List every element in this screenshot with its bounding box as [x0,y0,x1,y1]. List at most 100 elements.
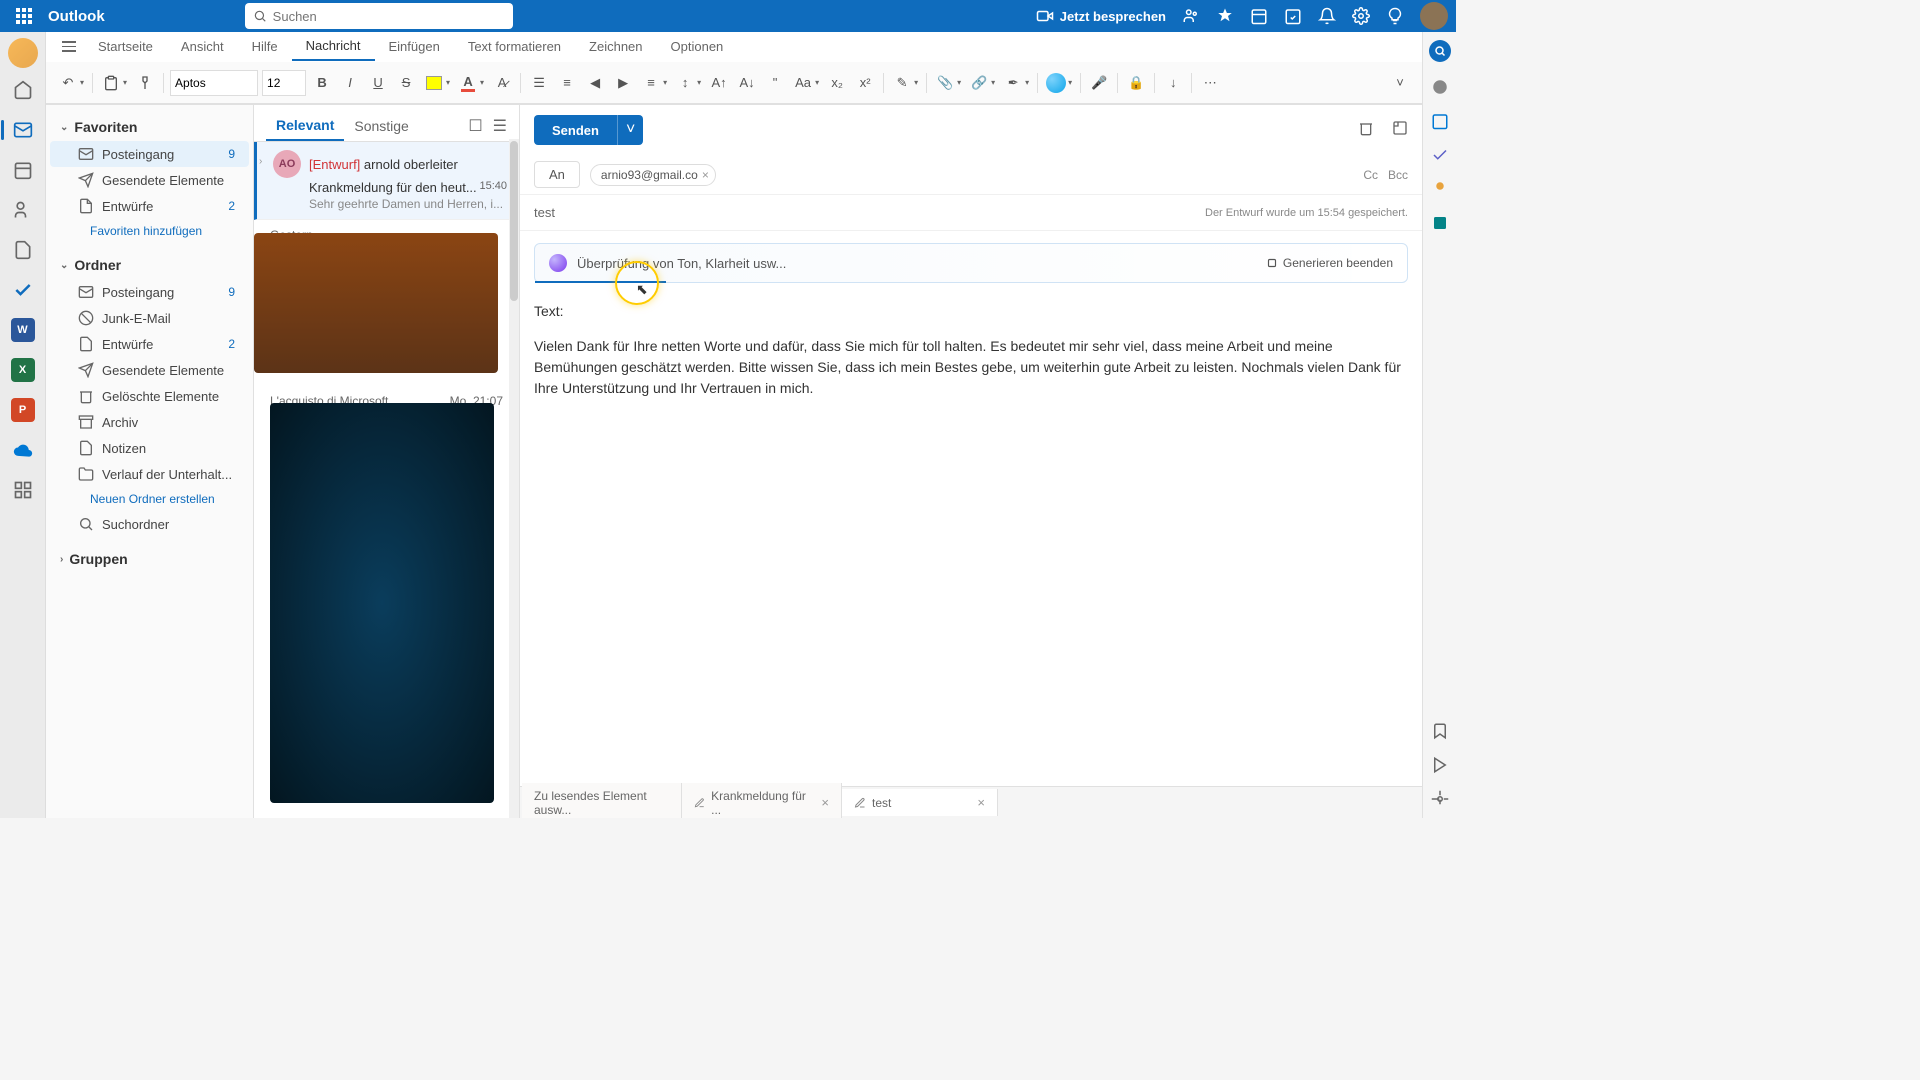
chevron-down-icon[interactable]: ▾ [446,78,450,87]
popout-button[interactable] [1392,120,1408,141]
font-color-button[interactable]: A [454,69,482,97]
onenote-rr-icon[interactable] [1431,214,1449,232]
highlight-button[interactable] [420,69,448,97]
chevron-down-icon[interactable]: ▾ [957,78,961,87]
change-case-button[interactable]: Aa [789,69,817,97]
increase-font-button[interactable]: A↑ [705,69,733,97]
chevron-down-icon[interactable]: ▾ [1025,78,1029,87]
todo-rr-icon[interactable] [1431,146,1449,164]
dictate-button[interactable]: 🎤 [1085,69,1113,97]
ribbon-collapse-button[interactable]: ˅ [1386,69,1414,97]
nav-conversation-history[interactable]: Verlauf der Unterhalt... [50,461,249,487]
tab-zeichnen[interactable]: Zeichnen [575,33,656,60]
tab-text-formatieren[interactable]: Text formatieren [454,33,575,60]
chevron-down-icon[interactable]: ▾ [663,78,667,87]
excel-rail-button[interactable]: X [5,352,41,388]
more-button[interactable]: ⋯ [1196,69,1224,97]
link-button[interactable]: 🔗 [965,69,993,97]
settings-icon[interactable] [1352,7,1370,25]
copilot-rail-button[interactable] [8,38,38,68]
todo-rail-button[interactable] [5,272,41,308]
new-folder-link[interactable]: Neuen Ordner erstellen [46,487,253,511]
hamburger-button[interactable] [54,41,84,52]
format-painter-button[interactable] [131,69,159,97]
decrease-indent-button[interactable]: ◀ [581,69,609,97]
close-tab-icon[interactable]: × [977,795,985,810]
signature-button[interactable]: ✒ [999,69,1027,97]
close-tab-icon[interactable]: × [821,795,829,810]
send-dropdown-button[interactable]: ˅ [617,115,643,145]
superscript-button[interactable]: x² [851,69,879,97]
strikethrough-button[interactable]: S [392,69,420,97]
tab-startseite[interactable]: Startseite [84,33,167,60]
premium-icon[interactable] [1216,7,1234,25]
msg-tab-relevant[interactable]: Relevant [266,111,344,141]
calendar-rr-icon[interactable] [1431,112,1449,130]
chevron-down-icon[interactable]: ▾ [697,78,701,87]
nav-drafts-folder[interactable]: Entwürfe 2 [50,331,249,357]
calendar-rail-button[interactable] [5,152,41,188]
calendar-header-icon[interactable] [1250,7,1268,25]
folders-section[interactable]: ⌄Ordner [46,251,253,279]
download-button[interactable]: ↓ [1159,69,1187,97]
cc-button[interactable]: Cc [1363,168,1378,182]
tab-nachricht[interactable]: Nachricht [292,32,375,61]
right-search-button[interactable] [1429,40,1451,62]
scrollbar-thumb[interactable] [510,141,518,301]
font-size-select[interactable] [262,70,306,96]
filter-icon[interactable]: ☰ [493,116,507,136]
bottom-tab-draft1[interactable]: Krankmeldung für ... × [682,783,842,819]
clear-formatting-button[interactable]: A̷ [488,69,516,97]
nav-inbox[interactable]: Posteingang 9 [50,141,249,167]
play-rr-icon[interactable] [1431,756,1449,774]
contacts-rr-icon[interactable] [1431,180,1449,198]
nav-junk[interactable]: Junk-E-Mail [50,305,249,331]
groups-section[interactable]: ›Gruppen [46,545,253,573]
chevron-down-icon[interactable]: ▾ [815,78,819,87]
undo-button[interactable]: ↶ [54,69,82,97]
underline-button[interactable]: U [364,69,392,97]
nav-notes[interactable]: Notizen [50,435,249,461]
nav-drafts[interactable]: Entwürfe 2 [50,193,249,219]
search-input[interactable] [273,9,505,24]
favorites-section[interactable]: ⌄Favoriten [46,113,253,141]
copilot-rr-icon[interactable] [1431,78,1449,96]
recipient-chip[interactable]: arnio93@gmail.co × [590,164,716,186]
user-avatar[interactable] [1420,2,1448,30]
tips-icon[interactable] [1386,7,1404,25]
home-rail-button[interactable] [5,72,41,108]
tab-einfuegen[interactable]: Einfügen [375,33,454,60]
nav-trash[interactable]: Gelöschte Elemente [50,383,249,409]
nav-search-folder[interactable]: Suchordner [50,511,249,537]
line-spacing-button[interactable]: ↕ [671,69,699,97]
app-launcher-button[interactable] [8,0,40,32]
chevron-down-icon[interactable]: ▾ [914,78,918,87]
subject-row[interactable]: test Der Entwurf wurde um 15:54 gespeich… [520,195,1422,231]
message-item[interactable]: › AO [Entwurf] arnold oberleiter Krankme… [254,142,519,220]
delete-draft-button[interactable] [1358,120,1374,141]
numbering-button[interactable]: ≡ [553,69,581,97]
subscript-button[interactable]: x₂ [823,69,851,97]
chevron-down-icon[interactable]: ▾ [480,78,484,87]
tab-optionen[interactable]: Optionen [657,33,738,60]
chevron-down-icon[interactable]: ▾ [1068,78,1072,87]
sensitivity-button[interactable]: 🔒 [1122,69,1150,97]
italic-button[interactable]: I [336,69,364,97]
notifications-icon[interactable] [1318,7,1336,25]
settings-rr-icon[interactable] [1431,790,1449,808]
compose-body[interactable]: ⬉ Text: Vielen Dank für Ihre netten Wort… [520,291,1422,786]
send-button[interactable]: Senden ˅ [534,115,643,145]
decrease-font-button[interactable]: A↓ [733,69,761,97]
chevron-right-icon[interactable]: › [259,156,262,167]
align-button[interactable]: ≡ [637,69,665,97]
my-day-icon[interactable] [1284,7,1302,25]
word-rail-button[interactable]: W [5,312,41,348]
font-select[interactable] [170,70,258,96]
bottom-tab-draft2[interactable]: test × [842,789,998,816]
bold-button[interactable]: B [308,69,336,97]
powerpoint-rail-button[interactable]: P [5,392,41,428]
paste-button[interactable] [97,69,125,97]
msg-tab-other[interactable]: Sonstige [344,112,418,140]
chevron-down-icon[interactable]: ▾ [991,78,995,87]
attach-button[interactable]: 📎 [931,69,959,97]
